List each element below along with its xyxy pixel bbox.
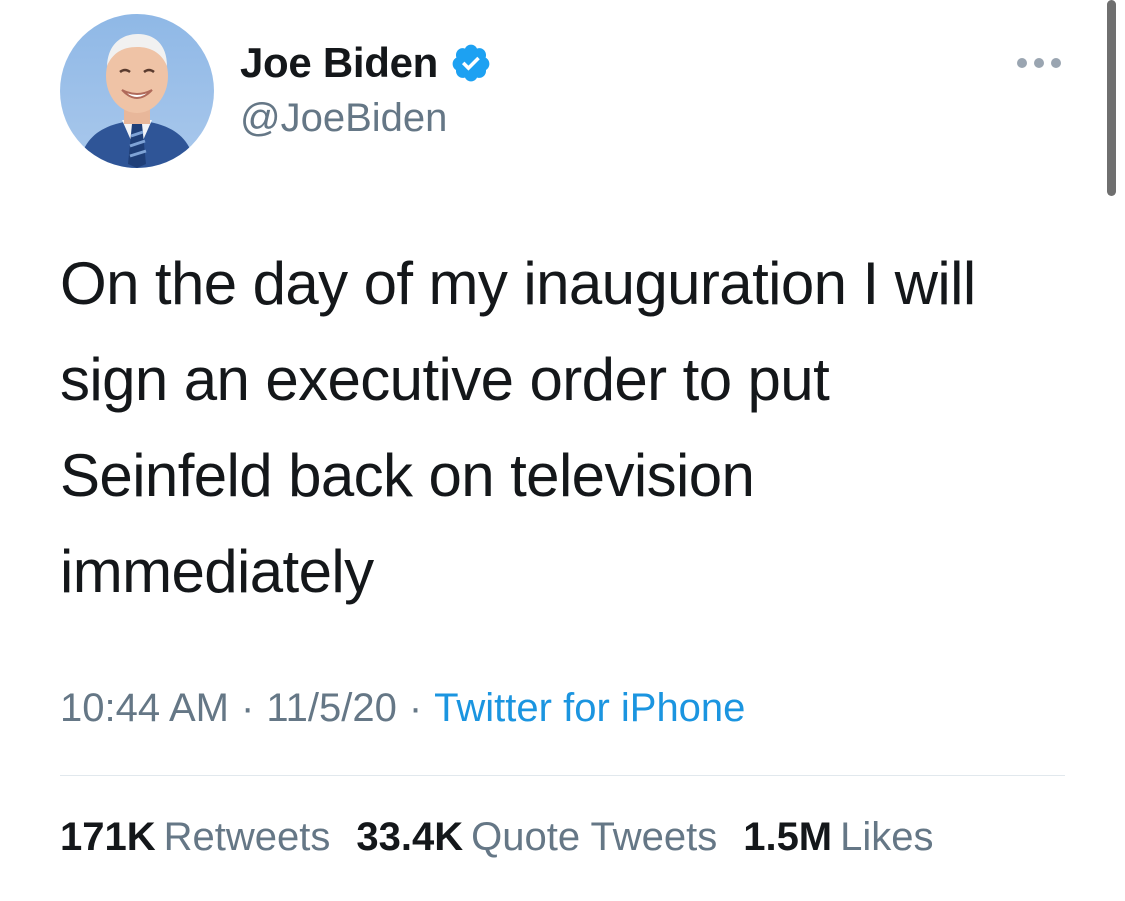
tweet-date[interactable]: 11/5/20 bbox=[266, 686, 397, 730]
avatar[interactable] bbox=[60, 14, 214, 168]
retweets-stat[interactable]: 171K Retweets bbox=[60, 815, 330, 860]
user-handle[interactable]: @JoeBiden bbox=[240, 96, 492, 141]
tweet-text-line: sign an executive order to put bbox=[60, 346, 830, 413]
meta-separator: · bbox=[241, 686, 255, 730]
tweet-text-line: On the day of my inauguration I will bbox=[60, 250, 976, 317]
author-name-row[interactable]: Joe Biden bbox=[240, 38, 492, 88]
likes-stat[interactable]: 1.5M Likes bbox=[743, 815, 933, 860]
quote-tweets-label: Quote Tweets bbox=[471, 815, 718, 859]
likes-count: 1.5M bbox=[743, 815, 833, 859]
tweet-source-link[interactable]: Twitter for iPhone bbox=[434, 686, 745, 730]
meta-separator: · bbox=[408, 686, 423, 730]
tweet-text-line: Seinfeld back on television bbox=[60, 442, 755, 509]
quote-tweets-count: 33.4K bbox=[356, 815, 464, 859]
scrollbar-thumb[interactable] bbox=[1107, 0, 1116, 196]
tweet-time[interactable]: 10:44 AM bbox=[60, 686, 229, 730]
divider bbox=[60, 775, 1065, 776]
retweets-label: Retweets bbox=[163, 815, 331, 859]
tweet-text: On the day of my inauguration I will sig… bbox=[60, 236, 1070, 620]
verified-badge-icon bbox=[452, 44, 490, 82]
retweets-count: 171K bbox=[60, 815, 156, 859]
tweet-meta: 10:44 AM · 11/5/20 · Twitter for iPhone bbox=[60, 686, 745, 731]
author-block: Joe Biden @JoeBiden bbox=[240, 38, 492, 141]
display-name[interactable]: Joe Biden bbox=[240, 39, 438, 87]
tweet-stats: 171K Retweets 33.4K Quote Tweets 1.5M Likes bbox=[60, 815, 960, 860]
avatar-image bbox=[60, 14, 214, 168]
tweet-text-line: immediately bbox=[60, 538, 374, 605]
quote-tweets-stat[interactable]: 33.4K Quote Tweets bbox=[356, 815, 717, 860]
more-options-icon[interactable] bbox=[1014, 55, 1064, 71]
likes-label: Likes bbox=[840, 815, 934, 859]
